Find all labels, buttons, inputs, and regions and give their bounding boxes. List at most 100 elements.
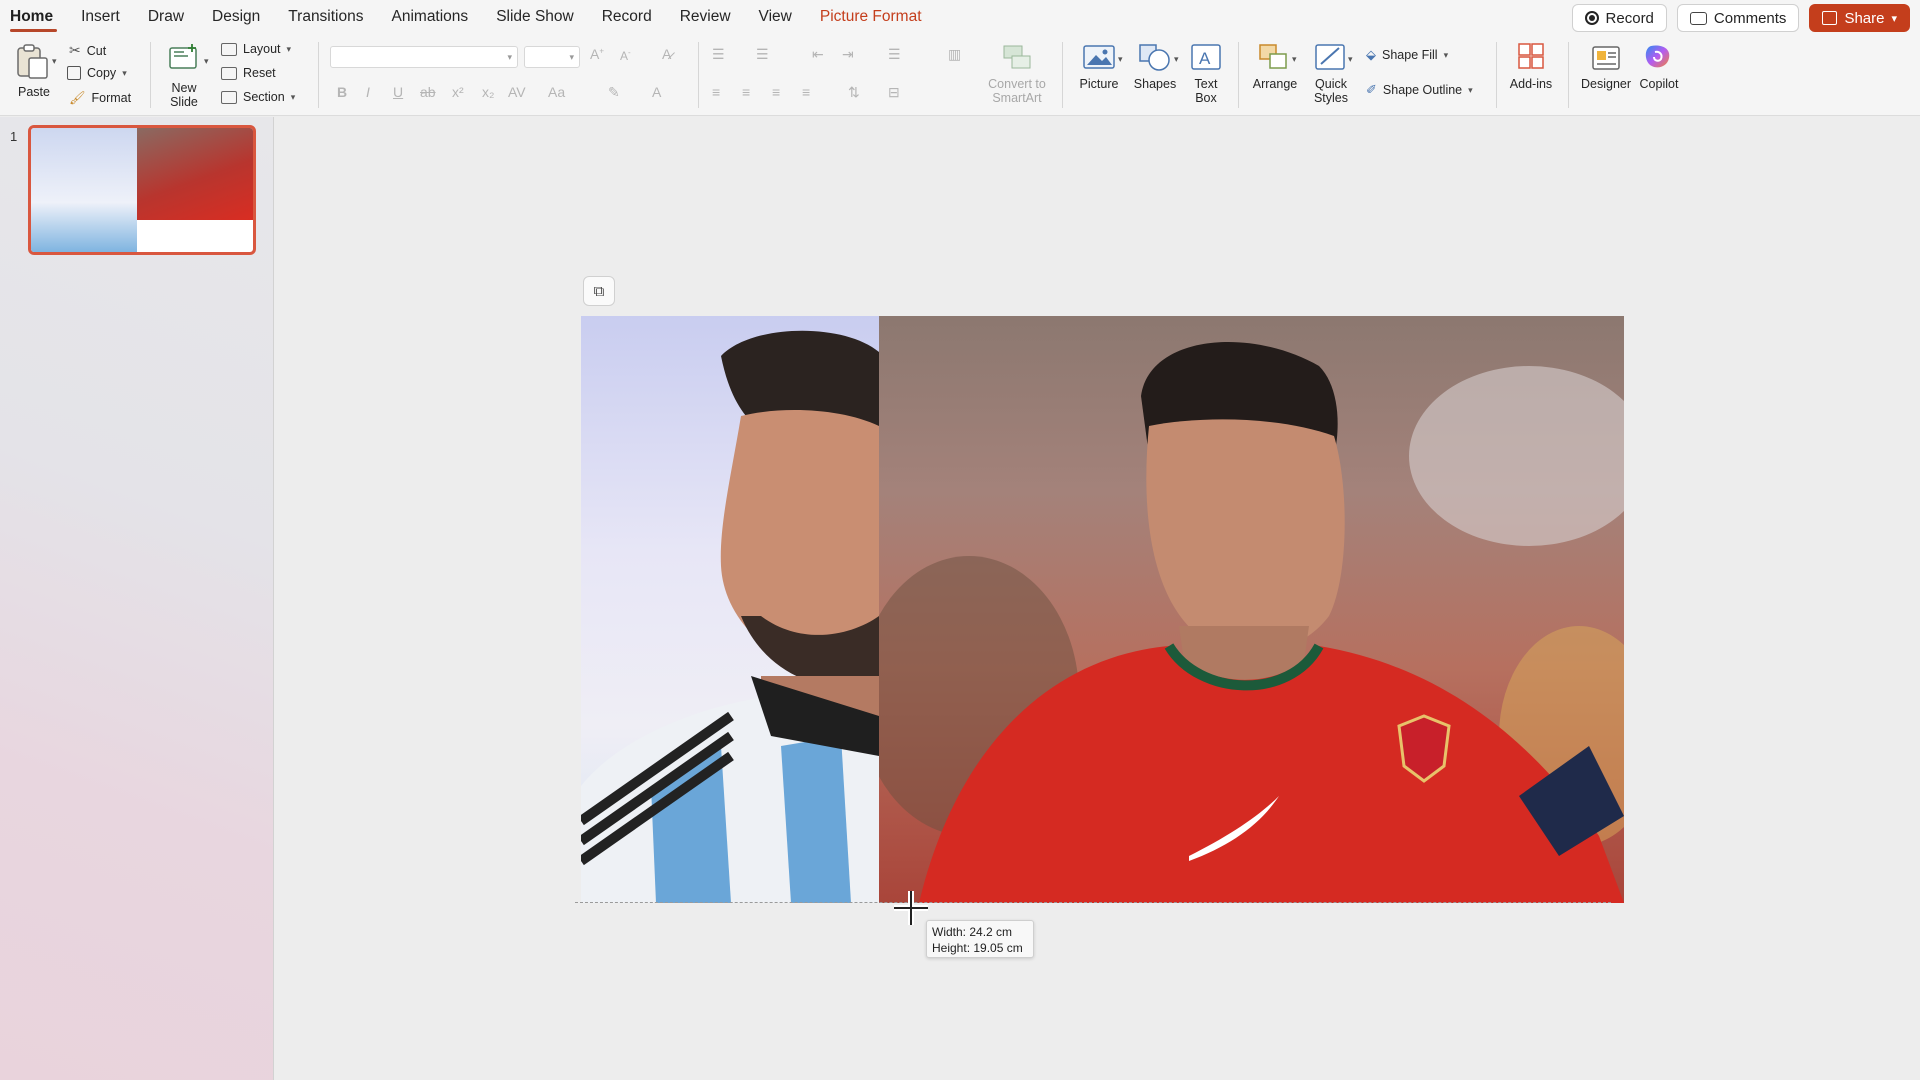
- align-text-icon[interactable]: ⊟: [888, 84, 900, 101]
- chevron-down-icon[interactable]: ▾: [1348, 54, 1353, 65]
- tab-view[interactable]: View: [745, 0, 806, 34]
- chevron-down-icon[interactable]: ▾: [1174, 54, 1179, 65]
- font-color-icon[interactable]: A: [652, 84, 661, 100]
- chevron-down-icon[interactable]: ▾: [52, 56, 57, 67]
- chevron-down-icon[interactable]: ▾: [1118, 54, 1123, 65]
- underline-icon[interactable]: U: [393, 84, 403, 100]
- chevron-down-icon[interactable]: ▾: [291, 92, 296, 103]
- align-center-icon[interactable]: ≡: [742, 84, 750, 100]
- text-box-button[interactable]: A Text Box: [1186, 42, 1226, 105]
- numbering-icon[interactable]: ☰: [756, 46, 769, 63]
- character-spacing-icon[interactable]: AV: [508, 84, 526, 100]
- slide-thumbnail[interactable]: [28, 125, 256, 255]
- chevron-down-icon[interactable]: ▾: [1292, 54, 1297, 65]
- clear-formatting-icon[interactable]: A̷: [662, 46, 671, 62]
- format-painter-button[interactable]: 🖌 Format: [69, 90, 131, 106]
- decrease-indent-icon[interactable]: ⇤: [812, 46, 824, 63]
- tab-transitions[interactable]: Transitions: [274, 0, 377, 34]
- justify-icon[interactable]: ≡: [802, 84, 810, 100]
- add-ins-label: Add-ins: [1509, 77, 1553, 91]
- add-ins-icon: [1518, 43, 1544, 69]
- chevron-down-icon[interactable]: ▾: [507, 52, 512, 63]
- increase-font-size-icon[interactable]: A+: [590, 46, 604, 62]
- player-photo-right[interactable]: [859, 316, 1624, 903]
- designer-button[interactable]: Designer: [1578, 42, 1634, 91]
- shape-fill-button[interactable]: ⬙ Shape Fill ▾: [1366, 47, 1448, 63]
- tab-record[interactable]: Record: [588, 0, 666, 34]
- chevron-down-icon[interactable]: ▾: [204, 56, 209, 67]
- align-left-icon[interactable]: ≡: [712, 84, 720, 100]
- chevron-down-icon[interactable]: ▾: [287, 44, 292, 55]
- slide-canvas[interactable]: [581, 316, 1624, 903]
- paste-button[interactable]: Paste: [12, 42, 56, 99]
- copilot-button[interactable]: Copilot: [1634, 42, 1684, 91]
- section-button[interactable]: Section ▾: [221, 90, 295, 104]
- superscript-icon[interactable]: x²: [452, 84, 464, 100]
- copy-button[interactable]: Copy ▾: [67, 66, 127, 80]
- tab-animations[interactable]: Animations: [378, 0, 483, 34]
- layout-options-button[interactable]: ⧉: [583, 276, 615, 306]
- svg-text:A: A: [1199, 49, 1211, 68]
- copy-label: Copy: [87, 66, 117, 80]
- layout-button[interactable]: Layout ▾: [221, 42, 291, 56]
- chevron-down-icon[interactable]: ▾: [1444, 50, 1449, 61]
- arrange-icon: [1259, 44, 1287, 69]
- ribbon-tab-bar: Home Insert Draw Design Transitions Anim…: [0, 0, 1920, 34]
- text-box-label-1: Text: [1194, 77, 1218, 91]
- decrease-font-size-icon[interactable]: A-: [620, 48, 631, 63]
- convert-to-smartart-button[interactable]: Convert to SmartArt: [984, 42, 1050, 105]
- comments-button[interactable]: Comments: [1676, 4, 1800, 32]
- add-ins-button[interactable]: Add-ins: [1506, 42, 1556, 91]
- tooltip-height: Height: 19.05 cm: [932, 941, 1023, 955]
- layout-label: Layout: [243, 42, 281, 56]
- align-right-icon[interactable]: ≡: [772, 84, 780, 100]
- change-case-icon[interactable]: Aa: [548, 84, 565, 100]
- ribbon-divider: [698, 42, 699, 108]
- share-button[interactable]: Share ▾: [1809, 4, 1910, 32]
- share-icon: [1822, 11, 1838, 25]
- tab-design[interactable]: Design: [198, 0, 274, 34]
- new-slide-label-1: New: [171, 81, 197, 95]
- text-direction-icon[interactable]: ⇅: [848, 84, 860, 101]
- tab-picture-format[interactable]: Picture Format: [806, 0, 936, 34]
- cut-button[interactable]: ✂ Cut: [69, 42, 106, 59]
- chevron-down-icon[interactable]: ▾: [1468, 85, 1473, 96]
- tab-slide-show[interactable]: Slide Show: [482, 0, 588, 34]
- copy-layout-icon: ⧉: [593, 282, 605, 300]
- bold-icon[interactable]: B: [337, 84, 347, 100]
- convert-label-1: Convert to: [988, 77, 1046, 91]
- chevron-down-icon[interactable]: ▾: [122, 68, 127, 79]
- ribbon-divider: [150, 42, 151, 108]
- shape-fill-label: Shape Fill: [1382, 48, 1438, 62]
- strikethrough-icon[interactable]: ab: [420, 84, 436, 100]
- text-box-icon: A: [1191, 44, 1221, 70]
- font-name-field[interactable]: ▾: [330, 46, 518, 68]
- slide-thumbnails-panel[interactable]: 1: [0, 117, 274, 1080]
- chevron-down-icon[interactable]: ▾: [569, 52, 574, 63]
- tab-insert[interactable]: Insert: [67, 0, 134, 34]
- line-spacing-icon[interactable]: ☰: [888, 46, 901, 63]
- quick-styles-label-1: Quick: [1315, 77, 1347, 91]
- shape-outline-button[interactable]: ✐ Shape Outline ▾: [1366, 82, 1473, 98]
- chevron-down-icon[interactable]: ▾: [1891, 12, 1897, 25]
- new-slide-button[interactable]: New Slide: [162, 40, 206, 109]
- reset-button[interactable]: Reset: [221, 66, 276, 80]
- font-size-field[interactable]: ▾: [524, 46, 580, 68]
- paste-label: Paste: [18, 85, 50, 99]
- picture-button[interactable]: Picture: [1074, 42, 1124, 91]
- highlight-icon[interactable]: ✎: [608, 84, 620, 101]
- columns-icon[interactable]: ▥: [948, 46, 961, 63]
- italic-icon[interactable]: I: [366, 84, 370, 100]
- player-photo-left[interactable]: [581, 316, 879, 903]
- increase-indent-icon[interactable]: ⇥: [842, 46, 854, 63]
- tab-draw[interactable]: Draw: [134, 0, 198, 34]
- tab-home[interactable]: Home: [0, 0, 67, 34]
- quick-styles-button[interactable]: Quick Styles: [1306, 42, 1356, 105]
- resize-crosshair-icon: [894, 891, 928, 925]
- shapes-button[interactable]: Shapes: [1130, 42, 1180, 91]
- subscript-icon[interactable]: x₂: [482, 84, 494, 100]
- tab-review[interactable]: Review: [666, 0, 745, 34]
- record-button[interactable]: Record: [1571, 4, 1667, 32]
- bullets-icon[interactable]: ☰: [712, 46, 725, 63]
- arrange-button[interactable]: Arrange: [1250, 42, 1300, 91]
